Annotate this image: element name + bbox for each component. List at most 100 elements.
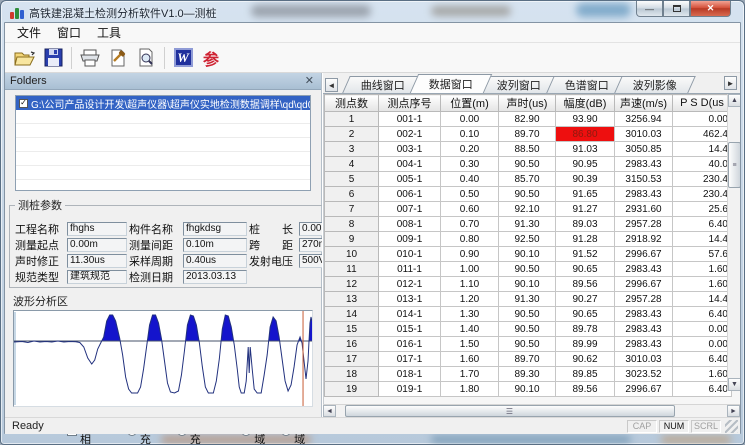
table-cell[interactable]: 1.70: [441, 367, 499, 382]
table-cell[interactable]: 14.4: [673, 292, 732, 307]
table-cell[interactable]: 14: [325, 307, 379, 322]
table-cell[interactable]: 2957.28: [615, 292, 673, 307]
table-cell[interactable]: 013-1: [379, 292, 441, 307]
table-cell[interactable]: 0.50: [441, 187, 499, 202]
table-cell[interactable]: 1.30: [441, 307, 499, 322]
table-cell[interactable]: 4: [325, 157, 379, 172]
scroll-down-icon[interactable]: ▼: [728, 378, 740, 391]
column-header[interactable]: 测点数: [325, 95, 379, 112]
table-cell[interactable]: 0.20: [441, 142, 499, 157]
table-cell[interactable]: 2983.43: [615, 262, 673, 277]
table-cell[interactable]: 230.4: [673, 172, 732, 187]
table-cell[interactable]: 3010.03: [615, 127, 673, 142]
table-cell[interactable]: 005-1: [379, 172, 441, 187]
table-cell[interactable]: 13: [325, 292, 379, 307]
table-cell[interactable]: 0.70: [441, 217, 499, 232]
table-cell[interactable]: 2983.43: [615, 322, 673, 337]
param-value-field[interactable]: fhgkdsg: [183, 222, 247, 236]
table-cell[interactable]: 19: [325, 382, 379, 397]
table-cell[interactable]: 91.27: [556, 202, 615, 217]
table-cell[interactable]: 18: [325, 367, 379, 382]
table-cell[interactable]: 2: [325, 127, 379, 142]
table-cell[interactable]: 015-1: [379, 322, 441, 337]
scroll-left-icon[interactable]: ◄: [323, 405, 336, 417]
menu-item-3[interactable]: 工具: [89, 22, 129, 43]
table-cell[interactable]: 0.30: [441, 157, 499, 172]
table-cell[interactable]: 0.80: [441, 232, 499, 247]
table-cell[interactable]: 89.03: [556, 217, 615, 232]
table-cell[interactable]: 90.65: [556, 307, 615, 322]
param-value-field[interactable]: 0.00m: [67, 238, 127, 252]
export-word-button[interactable]: W: [169, 45, 197, 71]
table-cell[interactable]: 15: [325, 322, 379, 337]
table-cell[interactable]: 91.30: [499, 217, 556, 232]
table-cell[interactable]: 2983.43: [615, 307, 673, 322]
table-cell[interactable]: 1.50: [441, 337, 499, 352]
table-cell[interactable]: 89.99: [556, 337, 615, 352]
table-cell[interactable]: 6.40: [673, 217, 732, 232]
table-cell[interactable]: 57.6: [673, 247, 732, 262]
table-cell[interactable]: 1.10: [441, 277, 499, 292]
print-button[interactable]: [76, 45, 104, 71]
table-cell[interactable]: 2918.92: [615, 232, 673, 247]
table-cell[interactable]: 019-1: [379, 382, 441, 397]
table-cell[interactable]: 90.10: [499, 277, 556, 292]
table-cell[interactable]: 6.40: [673, 307, 732, 322]
table-cell[interactable]: 2996.67: [615, 382, 673, 397]
param-value-field[interactable]: 11.30us: [67, 254, 127, 268]
table-cell[interactable]: 40.0: [673, 157, 732, 172]
table-cell[interactable]: 2957.28: [615, 217, 673, 232]
close-button[interactable]: ✕: [690, 1, 731, 17]
table-cell[interactable]: 011-1: [379, 262, 441, 277]
table-cell[interactable]: 004-1: [379, 157, 441, 172]
table-cell[interactable]: 90.39: [556, 172, 615, 187]
table-cell[interactable]: 6.40: [673, 352, 732, 367]
column-header[interactable]: 测点序号: [379, 95, 441, 112]
param-value-field[interactable]: 0.40us: [183, 254, 247, 268]
table-cell[interactable]: 3150.53: [615, 172, 673, 187]
table-cell[interactable]: 6.40: [673, 382, 732, 397]
table-cell[interactable]: 93.90: [556, 112, 615, 127]
table-cell[interactable]: 89.56: [556, 277, 615, 292]
param-value-field[interactable]: fhghs: [67, 222, 127, 236]
table-cell[interactable]: 016-1: [379, 337, 441, 352]
table-cell[interactable]: 2983.43: [615, 337, 673, 352]
table-cell[interactable]: 90.50: [499, 262, 556, 277]
table-cell[interactable]: 92.50: [499, 232, 556, 247]
horizontal-scrollbar[interactable]: ◄ ☰ ►: [323, 404, 740, 417]
table-cell[interactable]: 3023.52: [615, 367, 673, 382]
table-cell[interactable]: 16: [325, 337, 379, 352]
table-cell[interactable]: 90.10: [499, 247, 556, 262]
table-cell[interactable]: 90.50: [499, 337, 556, 352]
table-cell[interactable]: 5: [325, 172, 379, 187]
column-header[interactable]: 声速(m/s): [615, 95, 673, 112]
table-cell[interactable]: 82.90: [499, 112, 556, 127]
table-cell[interactable]: 007-1: [379, 202, 441, 217]
table-cell[interactable]: 90.50: [499, 322, 556, 337]
table-cell[interactable]: 89.30: [499, 367, 556, 382]
vertical-scrollbar[interactable]: ▲ ≡ ▼: [727, 94, 740, 391]
table-cell[interactable]: 14.4: [673, 142, 732, 157]
column-header[interactable]: 幅度(dB): [556, 95, 615, 112]
table-cell[interactable]: 6: [325, 187, 379, 202]
table-cell[interactable]: 90.50: [499, 307, 556, 322]
table-cell[interactable]: 3: [325, 142, 379, 157]
table-cell[interactable]: 003-1: [379, 142, 441, 157]
table-cell[interactable]: 1.60: [673, 262, 732, 277]
column-header[interactable]: 位置(m): [441, 95, 499, 112]
table-cell[interactable]: 2983.43: [615, 187, 673, 202]
tab-scroll-right-icon[interactable]: ►: [724, 76, 737, 90]
param-value-field[interactable]: 0.10m: [183, 238, 247, 252]
table-cell[interactable]: 25.6: [673, 202, 732, 217]
table-cell[interactable]: 012-1: [379, 277, 441, 292]
maximize-button[interactable]: [663, 1, 690, 17]
table-cell[interactable]: 1: [325, 112, 379, 127]
table-cell[interactable]: 90.10: [499, 382, 556, 397]
table-cell[interactable]: 91.30: [499, 292, 556, 307]
table-cell[interactable]: 91.65: [556, 187, 615, 202]
table-cell[interactable]: 008-1: [379, 217, 441, 232]
table-cell[interactable]: 0.60: [441, 202, 499, 217]
table-cell[interactable]: 1.00: [441, 262, 499, 277]
table-cell[interactable]: 90.27: [556, 292, 615, 307]
table-cell[interactable]: 1.60: [673, 367, 732, 382]
